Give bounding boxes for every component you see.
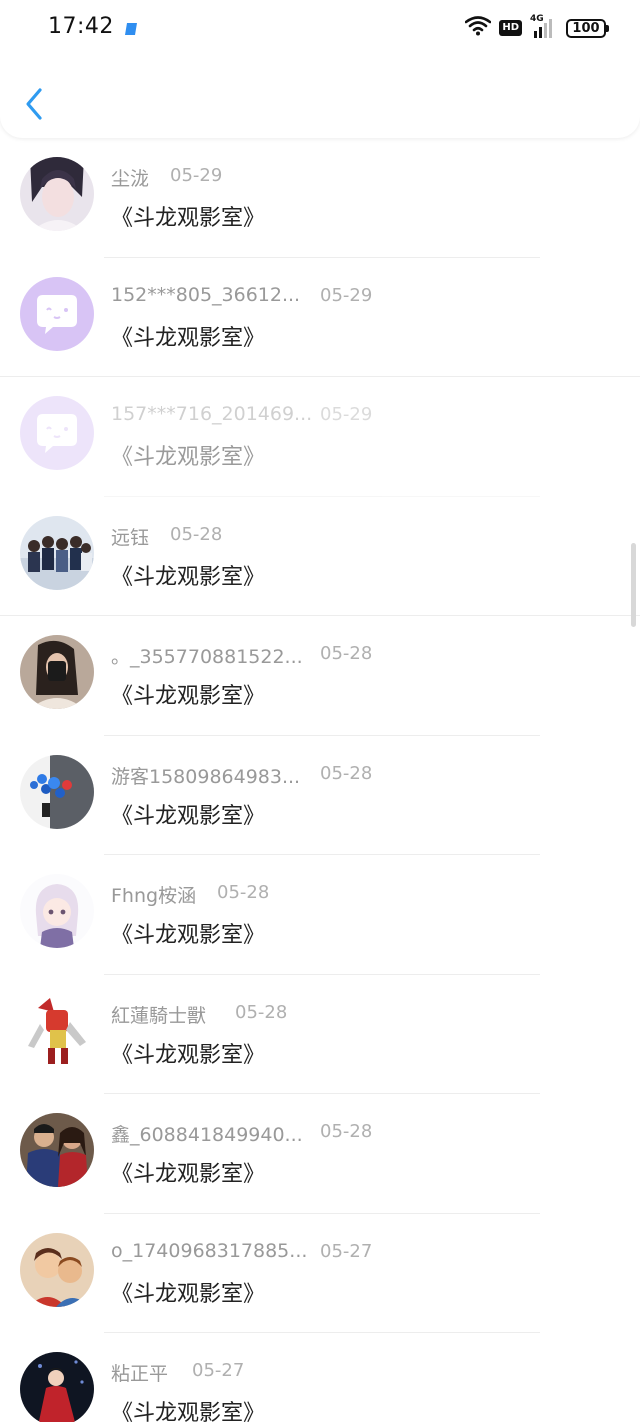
comment-date: 05-28 [170, 523, 223, 545]
comment-date: 05-29 [320, 404, 373, 425]
comment-date: 05-28 [217, 882, 270, 903]
avatar[interactable] [20, 754, 94, 829]
list-item[interactable]: 紅蓮騎士獸 05-28 《斗龙观影室》 [0, 975, 640, 1094]
status-bar: 17:42 HD 4G 100 [0, 0, 640, 56]
comment-text: 《斗龙观影室》 [111, 564, 266, 590]
avatar[interactable] [20, 1352, 94, 1422]
avatar[interactable] [20, 1232, 94, 1307]
username[interactable]: 远钰 [111, 523, 149, 550]
avatar[interactable] [20, 874, 94, 948]
chevron-left-icon [26, 88, 42, 120]
username[interactable]: Fhng桉涵 [111, 881, 196, 908]
username[interactable]: 152***805_36612... [111, 284, 300, 306]
comment-text: 《斗龙观影室》 [111, 684, 266, 709]
comment-date: 05-27 [192, 1360, 245, 1381]
scrollbar-thumb[interactable] [631, 543, 636, 627]
username[interactable]: 游客15809864983... [111, 762, 300, 789]
battery-indicator: 100 [566, 18, 609, 38]
username[interactable]: 。_355770881522... [111, 642, 303, 669]
hd-badge: HD [499, 20, 522, 36]
avatar[interactable] [20, 515, 94, 590]
top-header: 17:42 HD 4G 100 [0, 0, 640, 138]
back-button[interactable] [20, 82, 54, 126]
comment-text: 《斗龙观影室》 [111, 803, 266, 829]
list-item[interactable]: 远钰 05-28 《斗龙观影室》 [0, 497, 640, 616]
app-notification-icon [124, 21, 138, 35]
list-item[interactable]: 。_355770881522... 05-28 《斗龙观影室》 [0, 616, 640, 736]
comment-text: 《斗龙观影室》 [111, 206, 266, 231]
list-item[interactable]: o_1740968317885... 05-27 《斗龙观影室》 [0, 1214, 640, 1333]
avatar[interactable] [20, 276, 94, 351]
avatar[interactable] [20, 635, 94, 709]
list-item[interactable]: 尘泷 05-29 《斗龙观影室》 [0, 138, 640, 258]
comment-date: 05-29 [170, 165, 223, 186]
comment-date: 05-27 [320, 1240, 373, 1262]
comment-text: 《斗龙观影室》 [111, 1401, 266, 1422]
signal-icon: 4G [530, 14, 558, 39]
wifi-icon [465, 16, 492, 40]
username[interactable]: o_1740968317885... [111, 1240, 307, 1262]
list-item[interactable]: Fhng桉涵 05-28 《斗龙观影室》 [0, 855, 640, 975]
username[interactable]: 紅蓮騎士獸 [111, 1001, 206, 1028]
comment-text: 《斗龙观影室》 [111, 1281, 266, 1307]
comment-text: 《斗龙观影室》 [111, 445, 266, 470]
list-item[interactable]: 粘正平 05-27 《斗龙观影室》 [0, 1333, 640, 1422]
comment-text: 《斗龙观影室》 [111, 325, 266, 351]
username[interactable]: 尘泷 [111, 164, 149, 191]
avatar[interactable] [20, 1113, 94, 1187]
username[interactable]: 鑫_608841849940... [111, 1120, 303, 1147]
list-item[interactable]: 152***805_36612... 05-29 《斗龙观影室》 [0, 258, 640, 377]
username[interactable]: 粘正平 [111, 1359, 168, 1386]
comment-date: 05-28 [320, 1121, 373, 1142]
comment-date: 05-29 [320, 284, 373, 306]
status-icons: HD 4G 100 [465, 14, 609, 42]
username[interactable]: 157***716_201469... [111, 403, 312, 425]
comment-date: 05-28 [320, 643, 373, 664]
list-item[interactable]: 鑫_608841849940... 05-28 《斗龙观影室》 [0, 1094, 640, 1214]
list-item[interactable]: 游客15809864983... 05-28 《斗龙观影室》 [0, 736, 640, 855]
comment-list: 尘泷 05-29 《斗龙观影室》 152***805_36612... 05-2… [0, 138, 640, 1422]
avatar[interactable] [20, 157, 94, 231]
comment-text: 《斗龙观影室》 [111, 1042, 266, 1068]
comment-date: 05-28 [320, 762, 373, 784]
comment-date: 05-28 [235, 1001, 288, 1023]
avatar[interactable] [20, 993, 94, 1068]
list-item[interactable]: 157***716_201469... 05-29 《斗龙观影室》 [0, 377, 640, 497]
status-time: 17:42 [48, 14, 114, 39]
comment-text: 《斗龙观影室》 [111, 923, 266, 948]
comment-text: 《斗龙观影室》 [111, 1162, 266, 1187]
avatar[interactable] [20, 396, 94, 470]
